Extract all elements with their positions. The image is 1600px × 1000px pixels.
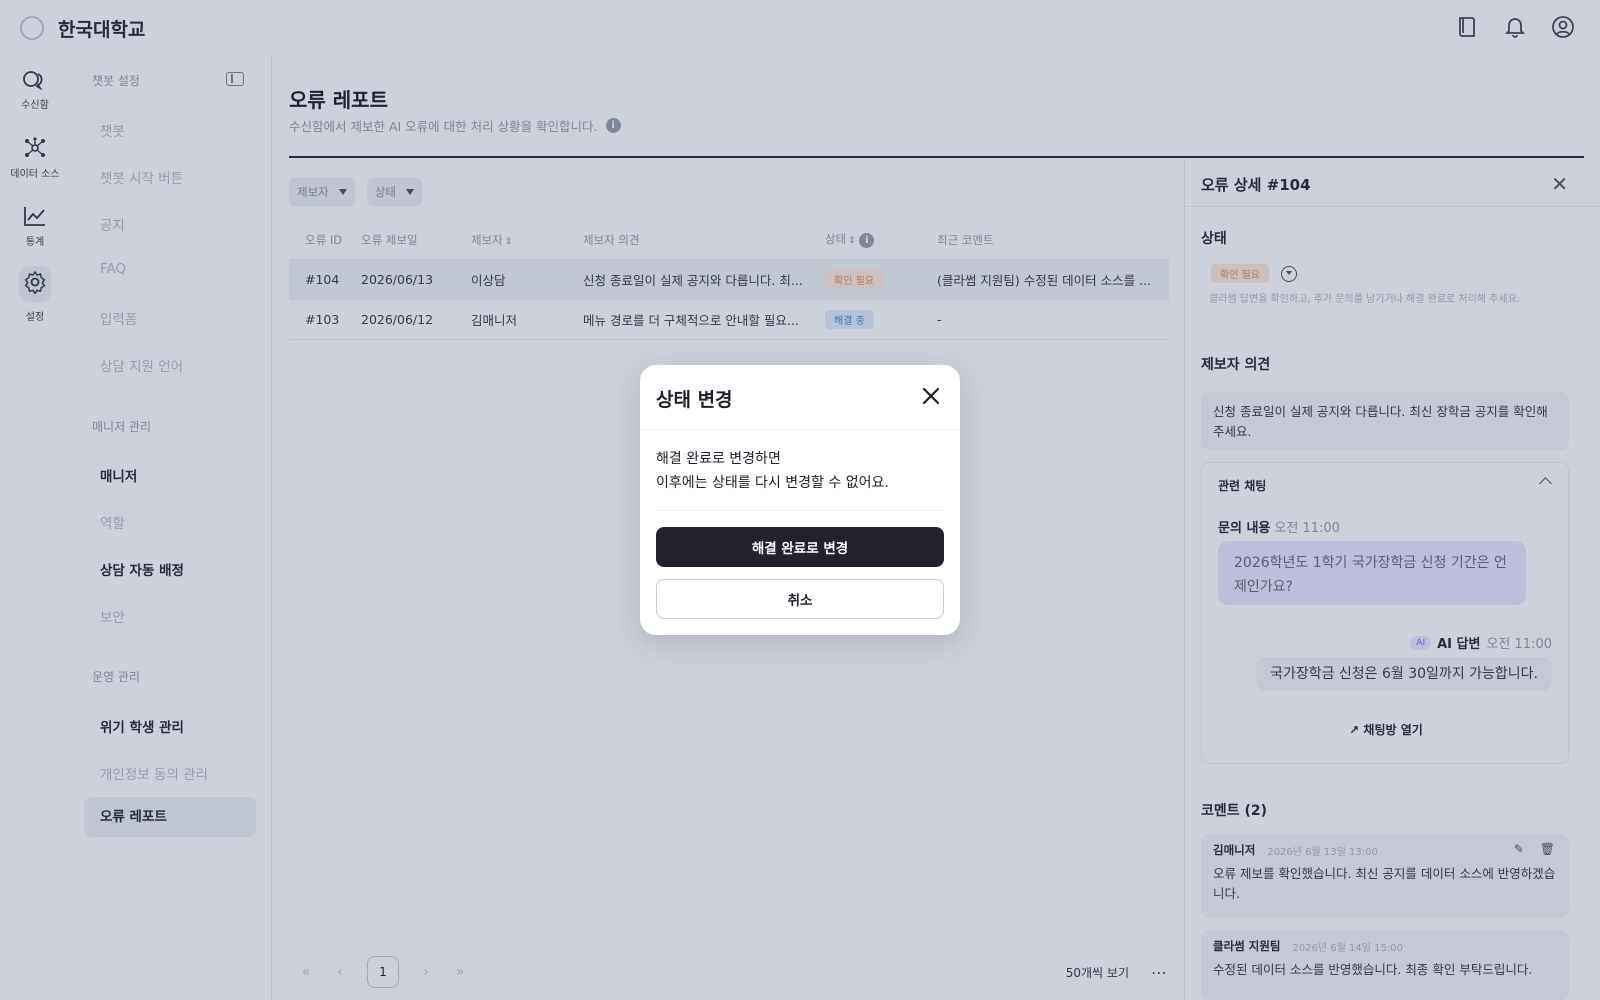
modal-message-line: 해결 완료로 변경하면 [656, 451, 781, 467]
status-change-modal: 상태 변경 해결 완료로 변경하면 이후에는 상태를 다시 변경할 수 없어요.… [640, 365, 960, 635]
modal-divider [640, 429, 960, 430]
modal-message-line: 이후에는 상태를 다시 변경할 수 없어요. [656, 475, 889, 491]
confirm-resolve-button[interactable]: 해결 완료로 변경 [656, 527, 944, 567]
modal-divider [656, 510, 944, 511]
modal-message: 해결 완료로 변경하면 이후에는 상태를 다시 변경할 수 없어요. [656, 447, 889, 495]
cancel-button[interactable]: 취소 [656, 579, 944, 619]
close-icon[interactable] [916, 381, 946, 411]
modal-title: 상태 변경 [656, 389, 733, 411]
